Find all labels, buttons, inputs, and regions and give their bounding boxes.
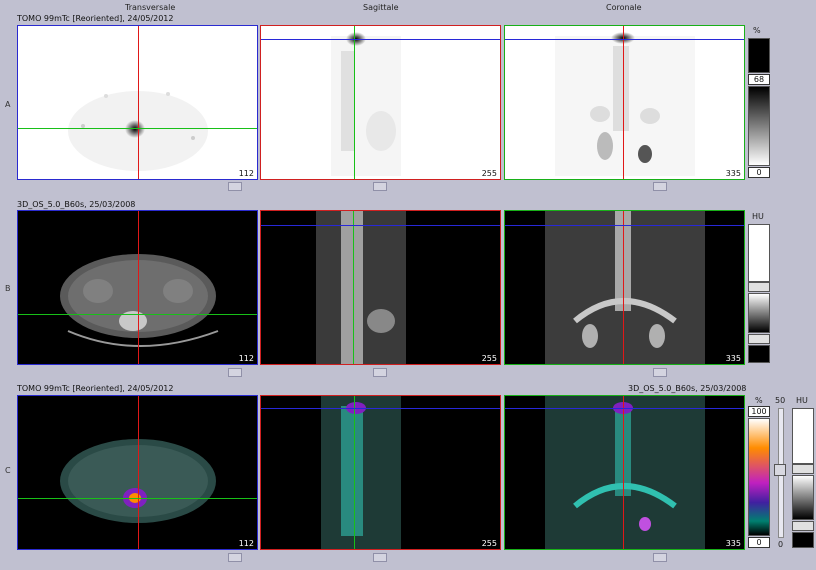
header-transversal: Transversale — [125, 3, 176, 12]
crosshair-vertical[interactable] — [138, 211, 139, 364]
nm-sagittal-image — [331, 32, 401, 176]
nm-coronal-image — [555, 32, 695, 176]
fusion-transversal-scroll[interactable] — [228, 553, 242, 562]
ct-scale-bottom-block — [748, 345, 770, 363]
ct-sagittal-view[interactable]: 255 — [260, 210, 501, 365]
slice-number: 112 — [238, 539, 254, 548]
nm-scale-max[interactable]: 68 — [748, 74, 770, 85]
ct-transversal-scroll[interactable] — [228, 368, 242, 377]
row-c-label: C — [5, 466, 11, 475]
crosshair-vertical[interactable] — [138, 26, 139, 179]
ct-fusion-top-handle[interactable] — [792, 464, 814, 474]
crosshair-vertical[interactable] — [354, 396, 355, 549]
ct-coronal-image — [545, 211, 705, 364]
ct-sagittal-scroll[interactable] — [373, 368, 387, 377]
slice-number: 255 — [481, 354, 497, 363]
slice-number: 255 — [481, 539, 497, 548]
blend-scale-max: 50 — [775, 396, 786, 405]
ct-coronal-scroll[interactable] — [653, 368, 667, 377]
ct-fusion-bottom-handle[interactable] — [792, 521, 814, 531]
crosshair-vertical[interactable] — [354, 26, 355, 179]
slice-number: 255 — [481, 169, 497, 178]
ct-fusion-scale-unit: HU — [796, 396, 808, 405]
fusion-coronal-scroll[interactable] — [653, 553, 667, 562]
row-a-label: A — [5, 100, 11, 109]
crosshair-horizontal[interactable] — [18, 498, 257, 499]
crosshair-horizontal[interactable] — [505, 408, 744, 409]
crosshair-horizontal[interactable] — [261, 408, 500, 409]
header-coronal: Coronale — [606, 3, 642, 12]
crosshair-horizontal[interactable] — [261, 39, 500, 40]
crosshair-horizontal[interactable] — [261, 225, 500, 226]
crosshair-horizontal[interactable] — [18, 128, 257, 129]
blend-slider-thumb[interactable] — [774, 464, 786, 476]
ct-fusion-top-block — [792, 408, 814, 464]
ct-transversal-view[interactable]: 112 — [17, 210, 258, 365]
crosshair-vertical[interactable] — [623, 26, 624, 179]
slice-number: 112 — [238, 354, 254, 363]
crosshair-vertical[interactable] — [623, 396, 624, 549]
fusion-sagittal-view[interactable]: 255 — [260, 395, 501, 550]
nm-scale-top-block — [748, 38, 770, 73]
pet-scale-unit: % — [755, 396, 763, 405]
crosshair-horizontal[interactable] — [505, 225, 744, 226]
pet-colorbar[interactable] — [748, 418, 770, 536]
pet-scale-min[interactable]: 0 — [748, 537, 770, 548]
ct-colorbar[interactable] — [748, 293, 770, 333]
blend-scale-min: 0 — [778, 540, 784, 549]
row-b-caption: 3D_OS_5.0_B60s, 25/03/2008 — [17, 200, 136, 209]
crosshair-horizontal[interactable] — [18, 314, 257, 315]
ct-scale-unit: HU — [752, 212, 764, 221]
ct-coronal-view[interactable]: 335 — [504, 210, 745, 365]
crosshair-vertical[interactable] — [353, 211, 354, 364]
nm-transversal-scroll[interactable] — [228, 182, 242, 191]
ct-window-top-handle[interactable] — [748, 282, 770, 292]
slice-number: 335 — [725, 169, 741, 178]
row-c-caption-right: 3D_OS_5.0_B60s, 25/03/2008 — [628, 384, 747, 393]
pet-scale-max[interactable]: 100 — [748, 406, 770, 417]
nm-scale-unit: % — [753, 26, 761, 35]
nm-coronal-scroll[interactable] — [653, 182, 667, 191]
crosshair-vertical[interactable] — [138, 396, 139, 549]
slice-number: 335 — [725, 354, 741, 363]
ct-fusion-bottom-block — [792, 532, 814, 548]
ct-fusion-colorbar[interactable] — [792, 475, 814, 520]
nm-sagittal-view[interactable]: 255 — [260, 25, 501, 180]
crosshair-vertical[interactable] — [623, 211, 624, 364]
slice-number: 112 — [238, 169, 254, 178]
row-b-label: B — [5, 284, 11, 293]
nm-scale-min[interactable]: 0 — [748, 167, 770, 178]
row-c-caption-left: TOMO 99mTc [Reoriented], 24/05/2012 — [17, 384, 174, 393]
fusion-sagittal-scroll[interactable] — [373, 553, 387, 562]
nm-sagittal-scroll[interactable] — [373, 182, 387, 191]
fusion-sagittal-image — [321, 396, 401, 549]
ct-sagittal-image — [316, 211, 406, 364]
ct-window-bottom-handle[interactable] — [748, 334, 770, 344]
fusion-coronal-image — [545, 396, 705, 549]
row-a-caption: TOMO 99mTc [Reoriented], 24/05/2012 — [17, 14, 174, 23]
header-sagittal: Sagittale — [363, 3, 399, 12]
crosshair-horizontal[interactable] — [505, 39, 744, 40]
slice-number: 335 — [725, 539, 741, 548]
ct-scale-top-block — [748, 224, 770, 282]
fusion-transversal-view[interactable]: 112 — [17, 395, 258, 550]
nm-transversal-view[interactable]: 112 — [17, 25, 258, 180]
fusion-coronal-view[interactable]: 335 — [504, 395, 745, 550]
nm-coronal-view[interactable]: 335 — [504, 25, 745, 180]
nm-colorbar[interactable] — [748, 86, 770, 166]
